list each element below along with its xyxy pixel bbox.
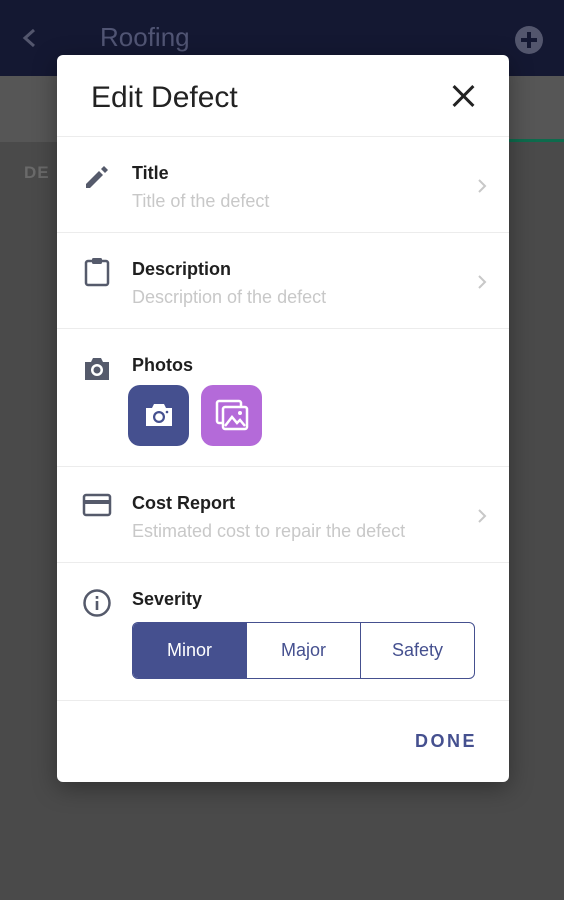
dialog-header: Edit Defect xyxy=(57,55,509,137)
section-label: DE xyxy=(24,163,50,182)
edit-defect-dialog: Edit Defect Title Title of the defect De… xyxy=(57,55,509,782)
severity-field-label: Severity xyxy=(132,589,203,609)
description-field-row[interactable]: Description Description of the defect xyxy=(57,233,509,329)
clipboard-icon xyxy=(84,258,110,287)
add-circle-icon[interactable] xyxy=(515,26,543,54)
title-field-placeholder: Title of the defect xyxy=(132,191,270,211)
severity-option-safety[interactable]: Safety xyxy=(360,623,474,678)
credit-card-icon xyxy=(82,493,112,517)
photos-field-label: Photos xyxy=(132,355,193,375)
info-icon xyxy=(83,589,111,617)
dialog-title: Edit Defect xyxy=(91,81,238,114)
app-title: Roofing xyxy=(100,22,190,52)
severity-option-major[interactable]: Major xyxy=(246,623,360,678)
title-field-row[interactable]: Title Title of the defect xyxy=(57,137,509,233)
description-field-label: Description xyxy=(132,259,232,279)
severity-segmented-control: Minor Major Safety xyxy=(132,622,475,679)
done-button[interactable]: DONE xyxy=(415,731,477,752)
back-arrow-icon[interactable] xyxy=(16,22,44,54)
take-photo-button[interactable] xyxy=(128,385,189,446)
pencil-icon xyxy=(86,166,108,188)
cost-report-field-placeholder: Estimated cost to repair the defect xyxy=(132,521,406,541)
chevron-right-icon xyxy=(478,509,487,523)
cost-report-field-label: Cost Report xyxy=(132,493,235,513)
camera-icon xyxy=(146,404,172,426)
gallery-button[interactable] xyxy=(201,385,262,446)
gallery-icon xyxy=(215,399,249,431)
camera-icon xyxy=(85,358,109,380)
cost-report-field-row[interactable]: Cost Report Estimated cost to repair the… xyxy=(57,467,509,563)
photos-field-row: Photos xyxy=(57,329,509,467)
severity-field-row: Severity Minor Major Safety xyxy=(57,563,509,701)
close-icon[interactable] xyxy=(450,82,478,110)
title-field-label: Title xyxy=(132,163,169,183)
chevron-right-icon xyxy=(478,179,487,193)
chevron-right-icon xyxy=(478,275,487,289)
description-field-placeholder: Description of the defect xyxy=(132,287,327,307)
severity-option-minor[interactable]: Minor xyxy=(133,623,246,678)
